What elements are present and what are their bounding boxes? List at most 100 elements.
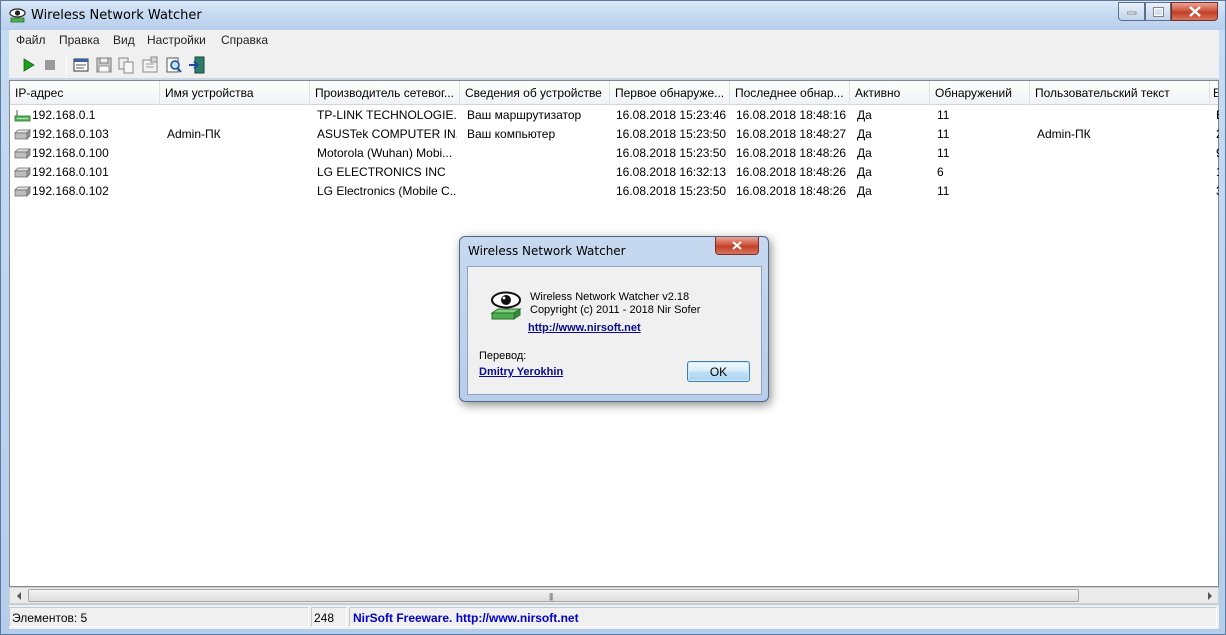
status-item-count: Элементов: 5 (9, 607, 309, 627)
network-device-icon (14, 129, 31, 140)
cell-active: Да (857, 127, 872, 141)
menu-settings[interactable]: Настройки (147, 33, 206, 47)
stop-icon[interactable] (41, 56, 59, 74)
title-bar[interactable]: Wireless Network Watcher (1, 1, 1225, 30)
cell-vendor: Motorola (Wuhan) Mobi... (317, 146, 453, 160)
cell-ip: 192.168.0.103 (32, 127, 109, 141)
menu-edit[interactable]: Правка (59, 33, 100, 47)
eye-app-icon (490, 291, 522, 320)
about-dialog: Wireless Network Watcher Wireless Networ… (459, 236, 769, 402)
status-bar: Элементов: 5 248 NirSoft Freeware. http:… (9, 605, 1219, 629)
cell-vendor: TP-LINK TECHNOLOGIE... (317, 108, 457, 122)
properties-icon[interactable] (141, 56, 159, 74)
main-window: Wireless Network Watcher Файл Правка Вид… (0, 0, 1226, 635)
cell-first-detected: 16.08.2018 15:23:46 (616, 108, 727, 122)
arrow-right-icon (1207, 591, 1212, 600)
arrow-left-icon (16, 591, 21, 600)
translation-label: Перевод: (479, 350, 527, 362)
dialog-title: Wireless Network Watcher (468, 244, 626, 258)
cell-active: Да (857, 184, 872, 198)
toolbar (9, 51, 1219, 79)
copy-icon[interactable] (117, 56, 135, 74)
scroll-thumb[interactable]: ||| (28, 589, 1079, 602)
column-extra[interactable]: Е (1210, 81, 1218, 105)
table-row[interactable]: 192.168.0.101 LG ELECTRONICS INC 16.08.2… (10, 163, 1219, 182)
status-count: 248 (311, 607, 347, 627)
close-icon (732, 241, 742, 250)
cell-detection-count: 11 (937, 108, 950, 122)
table-row[interactable]: 192.168.0.100 Motorola (Wuhan) Mobi... 1… (10, 144, 1219, 163)
dialog-body: Wireless Network Watcher v2.18 Copyright… (467, 266, 762, 395)
ok-button[interactable]: OK (687, 361, 750, 382)
column-device-info[interactable]: Сведения об устройстве (460, 81, 610, 105)
cell-active: Да (857, 108, 872, 122)
column-last-detected[interactable]: Последнее обнар... (730, 81, 850, 105)
cell-detection-count: 6 (937, 165, 944, 179)
column-ip[interactable]: IP-адрес (10, 81, 160, 105)
minimize-icon (1126, 11, 1136, 14)
table-row[interactable]: 192.168.0.1 TP-LINK TECHNOLOGIE... Ваш м… (10, 106, 1219, 125)
cell-detection-count: 11 (937, 184, 950, 198)
menu-file[interactable]: Файл (16, 33, 46, 47)
close-icon (1188, 6, 1201, 17)
column-user-text[interactable]: Пользовательский текст (1030, 81, 1210, 105)
network-device-icon (14, 148, 31, 159)
column-active[interactable]: Активно (850, 81, 930, 105)
scroll-left-button[interactable] (10, 588, 27, 603)
status-freeware-link[interactable]: NirSoft Freeware. http://www.nirsoft.net (349, 607, 1217, 627)
cell-active: Да (857, 165, 872, 179)
horizontal-scrollbar[interactable]: ||| (9, 587, 1219, 604)
column-device-name[interactable]: Имя устройства (160, 81, 310, 105)
exit-icon[interactable] (188, 56, 206, 74)
cell-detection-count: 11 (937, 127, 950, 141)
cell-extra: 2 (1216, 127, 1219, 141)
cell-active: Да (857, 146, 872, 160)
table-row[interactable]: 192.168.0.102 LG Electronics (Mobile C..… (10, 182, 1219, 201)
cell-device-info: Ваш компьютер (467, 127, 556, 141)
maximize-icon (1152, 6, 1164, 17)
table-row[interactable]: 192.168.0.103 Admin-ПК ASUSTek COMPUTER … (10, 125, 1219, 144)
column-first-detected[interactable]: Первое обнаруже... (610, 81, 730, 105)
router-icon (14, 110, 31, 122)
menu-help[interactable]: Справка (221, 33, 268, 47)
about-copyright: Copyright (c) 2011 - 2018 Nir Sofer (530, 304, 701, 316)
cell-first-detected: 16.08.2018 16:32:13 (616, 165, 727, 179)
about-version: Wireless Network Watcher v2.18 (530, 291, 690, 303)
cell-extra: 3 (1216, 184, 1219, 198)
save-icon[interactable] (95, 56, 113, 74)
html-report-icon[interactable] (72, 56, 90, 74)
grip-icon: ||| (549, 592, 553, 601)
cell-vendor: ASUSTek COMPUTER IN... (317, 127, 457, 141)
cell-last-detected: 16.08.2018 18:48:26 (736, 165, 847, 179)
cell-detection-count: 11 (937, 146, 950, 160)
list-header: IP-адрес Имя устройства Производитель се… (10, 81, 1218, 105)
find-icon[interactable] (165, 56, 183, 74)
cell-first-detected: 16.08.2018 15:23:50 (616, 127, 727, 141)
cell-last-detected: 16.08.2018 18:48:26 (736, 184, 847, 198)
cell-user-text: Admin-ПК (1037, 127, 1091, 141)
cell-last-detected: 16.08.2018 18:48:16 (736, 108, 847, 122)
dialog-close-button[interactable] (715, 237, 759, 255)
column-detection-count[interactable]: Обнаружений (930, 81, 1030, 105)
cell-vendor: LG Electronics (Mobile C... (317, 184, 457, 198)
cell-extra: 9 (1216, 146, 1219, 160)
about-website-link[interactable]: http://www.nirsoft.net (528, 322, 641, 334)
maximize-button[interactable] (1145, 2, 1171, 21)
cell-ip: 192.168.0.1 (32, 108, 96, 122)
scroll-right-button[interactable] (1201, 588, 1218, 603)
network-device-icon (14, 167, 31, 178)
cell-last-detected: 16.08.2018 18:48:27 (736, 127, 847, 141)
cell-extra: 1 (1216, 165, 1219, 179)
cell-ip: 192.168.0.101 (32, 165, 109, 179)
column-vendor[interactable]: Производитель сетевог... (310, 81, 460, 105)
close-button[interactable] (1171, 2, 1218, 21)
toolbar-separator (66, 55, 67, 75)
play-icon[interactable] (19, 56, 37, 74)
cell-ip: 192.168.0.102 (32, 184, 109, 198)
minimize-button[interactable] (1118, 2, 1145, 21)
cell-last-detected: 16.08.2018 18:48:26 (736, 146, 847, 160)
cell-first-detected: 16.08.2018 15:23:50 (616, 184, 727, 198)
cell-device-info: Ваш маршрутизатор (467, 108, 582, 122)
translator-link[interactable]: Dmitry Yerokhin (479, 366, 563, 378)
menu-view[interactable]: Вид (113, 33, 135, 47)
